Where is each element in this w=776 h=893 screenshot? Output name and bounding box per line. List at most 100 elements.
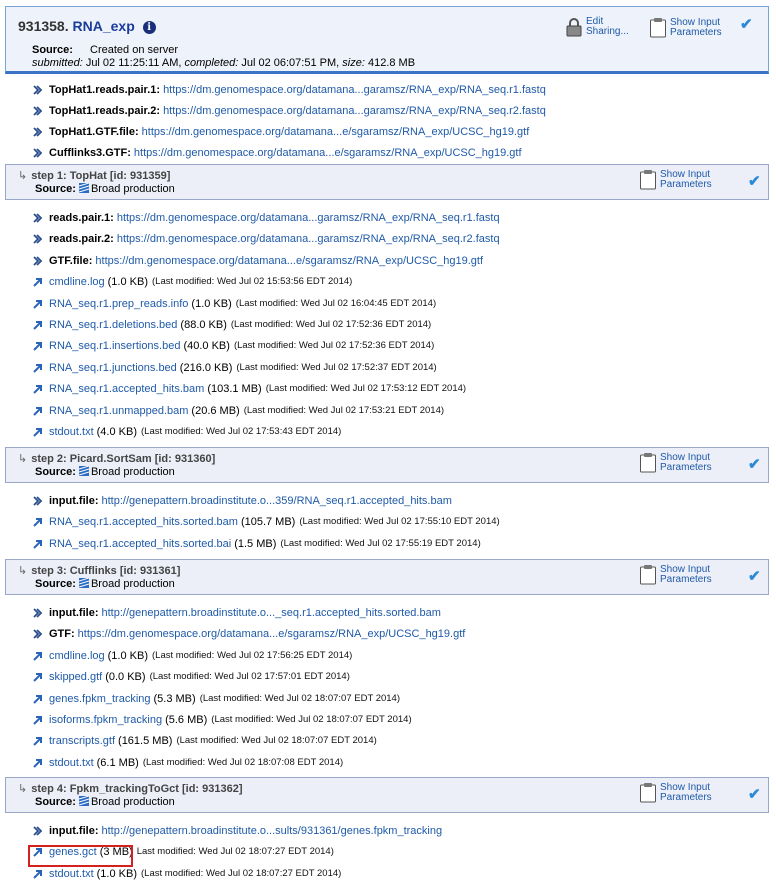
- output-file-link[interactable]: RNA_seq.r1.prep_reads.info: [49, 296, 188, 312]
- param-url-link[interactable]: https://dm.genomespace.org/datamana...ga…: [163, 103, 546, 119]
- file-size: (1.0 KB): [191, 297, 232, 310]
- last-modified: (Last modified: Wed Jul 02 17:55:10 EDT …: [299, 516, 500, 528]
- param-name: input.file:: [49, 495, 99, 507]
- param-name: TopHat1.GTF.file:: [49, 126, 139, 138]
- input-arrow-icon: [33, 106, 43, 116]
- input-param-row: TopHat1.GTF.file: https://dm.genomespace.…: [33, 124, 529, 140]
- step-source-label: Source:: [35, 466, 76, 478]
- file-size: (0.0 KB): [105, 671, 146, 684]
- show-input-line2: Parameters: [660, 573, 712, 585]
- input-param-row: Cufflinks3.GTF: https://dm.genomespace.or…: [33, 145, 522, 161]
- param-url-link[interactable]: https://dm.genomespace.org/datamana...ga…: [117, 231, 500, 247]
- step-title: ↳ step 3: Cufflinks [id: 931361]: [18, 564, 180, 577]
- output-file-row: cmdline.log (1.0 KB) (Last modified: Wed J…: [33, 274, 352, 290]
- output-file-icon: [33, 539, 42, 549]
- output-file-icon: [33, 299, 42, 309]
- last-modified: (Last modified: Wed Jul 02 18:07:07 EDT …: [199, 692, 401, 704]
- input-arrow-icon: [33, 234, 43, 245]
- job-id: 931358.: [18, 18, 69, 34]
- output-file-link[interactable]: isoforms.fpkm_tracking: [49, 712, 162, 728]
- step-source-label: Source:: [35, 796, 76, 808]
- step-source: Source: Broad production: [35, 578, 175, 590]
- output-file-icon: [33, 758, 42, 768]
- output-file-link[interactable]: RNA_seq.r1.unmapped.bam: [49, 403, 188, 419]
- output-file-link[interactable]: RNA_seq.r1.accepted_hits.sorted.bai: [49, 536, 231, 552]
- output-file-row: RNA_seq.r1.accepted_hits.bam (103.1 MB) (L…: [33, 381, 466, 397]
- output-file-link[interactable]: cmdline.log: [49, 274, 105, 290]
- step-header-2: ↳ step 2: Picard.SortSam [id: 931360] Sour…: [5, 447, 769, 483]
- step-arrow-icon: ↳: [18, 565, 28, 577]
- step-title-text[interactable]: step 3: Cufflinks [id: 931361]: [31, 565, 180, 577]
- clipboard-icon: [640, 783, 656, 803]
- output-file-icon: [33, 428, 42, 437]
- check-icon: ✔: [748, 786, 761, 803]
- show-input-parameters-button[interactable]: Show Input Parameters: [639, 564, 712, 585]
- step-source: Source: Broad production: [35, 466, 175, 478]
- show-input-line2: Parameters: [660, 461, 712, 473]
- output-file-icon: [33, 737, 42, 747]
- input-param-row: reads.pair.2: https://dm.genomespace.org/…: [33, 231, 500, 247]
- output-file-link[interactable]: RNA_seq.r1.accepted_hits.sorted.bam: [49, 514, 238, 530]
- job-name-link[interactable]: RNA_exp: [73, 18, 135, 34]
- output-file-row: RNA_seq.r1.unmapped.bam (20.6 MB) (Last mo…: [33, 403, 444, 419]
- output-file-row: cmdline.log (1.0 KB) (Last modified: Wed J…: [33, 648, 352, 664]
- output-file-link[interactable]: RNA_seq.r1.insertions.bed: [49, 338, 180, 354]
- param-url-link[interactable]: https://dm.genomespace.org/datamana...e/…: [142, 124, 530, 140]
- input-param-row: TopHat1.reads.pair.2: https://dm.genomesp…: [33, 103, 546, 119]
- output-file-link[interactable]: RNA_seq.r1.accepted_hits.bam: [49, 381, 204, 397]
- output-file-link[interactable]: RNA_seq.r1.deletions.bed: [49, 317, 177, 333]
- output-file-link[interactable]: RNA_seq.r1.junctions.bed: [49, 360, 177, 376]
- show-input-parameters-button[interactable]: Show Input Parameters: [639, 169, 712, 190]
- param-url-link[interactable]: https://dm.genomespace.org/datamana...e/…: [95, 253, 483, 269]
- output-file-link[interactable]: stdout.txt: [49, 755, 94, 771]
- step-title: ↳ step 2: Picard.SortSam [id: 931360]: [18, 452, 215, 465]
- step-source-value: Broad production: [90, 578, 175, 590]
- show-input-line2: Parameters: [660, 791, 712, 803]
- output-file-row: stdout.txt (1.0 KB) (Last modified: Wed Ju…: [33, 866, 341, 882]
- output-file-icon: [33, 278, 42, 287]
- param-url-link[interactable]: http://genepattern.broadinstitute.o..._s…: [102, 605, 441, 621]
- param-url-link[interactable]: https://dm.genomespace.org/datamana...ga…: [163, 82, 546, 98]
- output-file-link[interactable]: skipped.gtf: [49, 669, 102, 685]
- file-size: (161.5 MB): [118, 735, 173, 748]
- param-name: TopHat1.reads.pair.2:: [49, 105, 161, 117]
- output-file-link[interactable]: transcripts.gtf: [49, 733, 115, 749]
- job-header: 931358. RNA_exp i Source: Created on ser…: [5, 6, 769, 74]
- output-file-link[interactable]: cmdline.log: [49, 648, 105, 664]
- param-url-link[interactable]: https://dm.genomespace.org/datamana...e/…: [134, 145, 522, 161]
- edit-sharing-line2: Sharing...: [586, 26, 629, 37]
- file-size: (216.0 KB): [179, 361, 233, 374]
- step-arrow-icon: ↳: [18, 453, 28, 465]
- output-file-link[interactable]: stdout.txt: [49, 866, 94, 882]
- last-modified: (Last modified: Wed Jul 02 17:53:21 EDT …: [243, 404, 445, 416]
- show-input-parameters-button[interactable]: Show Input Parameters: [639, 452, 712, 473]
- param-name: TopHat1.reads.pair.1:: [49, 84, 161, 96]
- output-file-icon: [33, 673, 42, 682]
- file-size: (105.7 MB): [240, 516, 296, 529]
- input-param-row: GTF.file: https://dm.genomespace.org/data…: [33, 253, 483, 269]
- file-size: (1.0 KB): [107, 276, 148, 289]
- edit-sharing-button[interactable]: Edit Sharing...: [565, 17, 629, 37]
- output-file-link[interactable]: genes.fpkm_tracking: [49, 691, 151, 707]
- output-file-link[interactable]: stdout.txt: [49, 424, 94, 440]
- file-size: (1.0 KB): [96, 867, 137, 880]
- show-input-parameters-button[interactable]: Show Input Parameters: [639, 782, 712, 803]
- output-file-icon: [33, 321, 42, 330]
- step-title: ↳ step 4: Fpkm_trackingToGct [id: 931362]: [18, 782, 243, 795]
- last-modified: Last modified: Wed Jul 02 18:07:27 EDT 2…: [136, 846, 334, 858]
- step-title-text[interactable]: step 2: Picard.SortSam [id: 931360]: [31, 453, 215, 465]
- output-file-row: RNA_seq.r1.insertions.bed (40.0 KB) (Last …: [33, 338, 434, 354]
- step-title-text[interactable]: step 1: TopHat [id: 931359]: [31, 170, 170, 182]
- param-url-link[interactable]: http://genepattern.broadinstitute.o...35…: [102, 493, 452, 509]
- info-icon[interactable]: i: [142, 21, 156, 34]
- param-url-link[interactable]: https://dm.genomespace.org/datamana...ga…: [117, 210, 500, 226]
- param-name: input.file:: [49, 607, 99, 619]
- output-file-icon: [33, 406, 42, 416]
- param-name: GTF:: [49, 628, 75, 641]
- output-file-row: RNA_seq.r1.deletions.bed (88.0 KB) (Last m…: [33, 317, 431, 333]
- param-url-link[interactable]: http://genepattern.broadinstitute.o...su…: [102, 823, 443, 839]
- param-url-link[interactable]: https://dm.genomespace.org/datamana...e/…: [78, 626, 466, 642]
- step-title-text[interactable]: step 4: Fpkm_trackingToGct [id: 931362]: [31, 783, 242, 795]
- step-arrow-icon: ↳: [18, 783, 28, 795]
- show-input-parameters-button[interactable]: Show Input Parameters: [649, 17, 722, 38]
